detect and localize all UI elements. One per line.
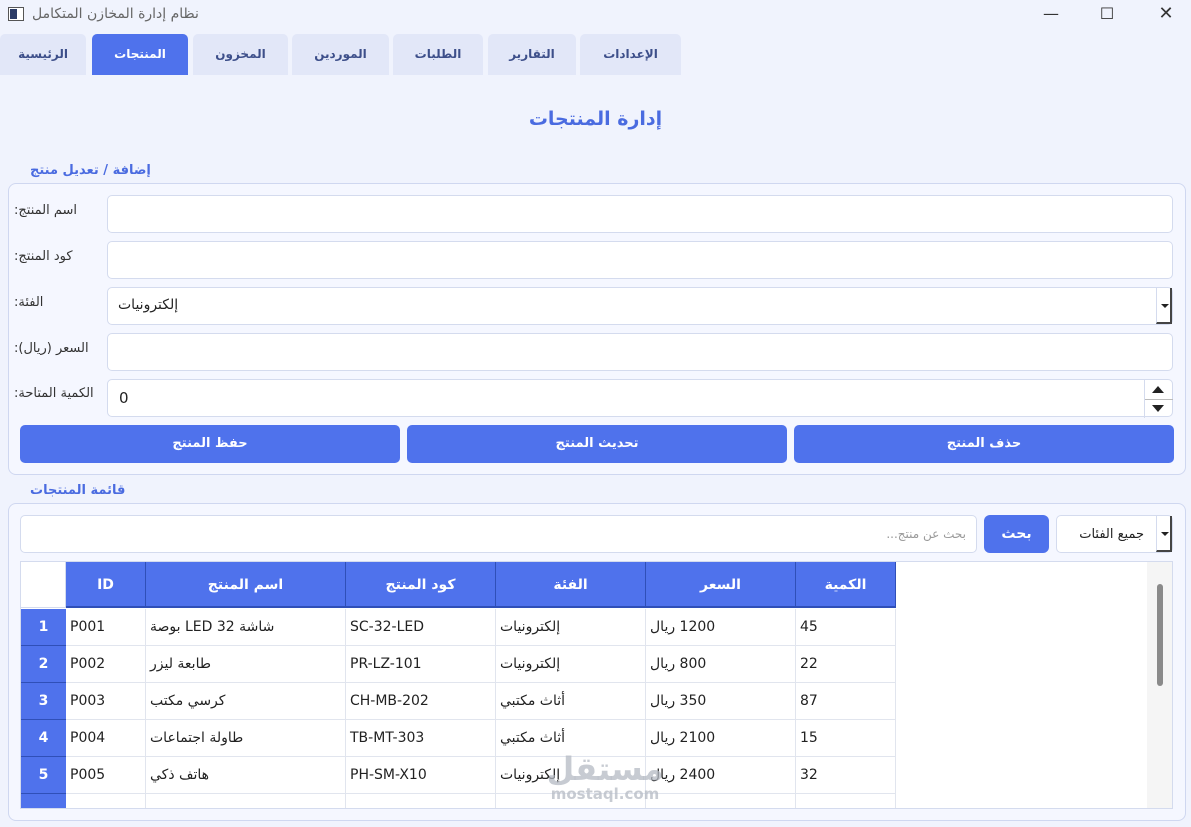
table-scrollbar[interactable] [1147,562,1172,808]
table-cell-quantity[interactable]: 15 [796,720,896,757]
table-cell-quantity[interactable]: 22 [796,646,896,683]
product-code-input[interactable] [107,241,1173,279]
column-header-code[interactable]: كود المنتج [346,562,496,608]
table-cell-category[interactable]: إلكترونيات [496,757,646,794]
table-cell-quantity[interactable]: 32 [796,757,896,794]
category-combo[interactable]: إلكترونيات [107,287,1173,325]
minimize-button[interactable]: — [1028,0,1074,30]
table-cell-id[interactable]: P001 [66,609,146,646]
table-cell-id[interactable]: P002 [66,646,146,683]
table-cell-category[interactable]: أثاث مكتبي [496,720,646,757]
tab-inventory[interactable]: المخزون [193,34,288,75]
table-cell-partial[interactable] [646,794,796,808]
product-name-input[interactable] [107,195,1173,233]
quantity-value: 0 [119,389,129,407]
tab-suppliers[interactable]: الموردين [292,34,389,75]
table-cell-price[interactable]: 1200 ريال [646,609,796,646]
row-header[interactable]: 1 [21,609,66,646]
row-header[interactable]: 5 [21,757,66,794]
close-button[interactable]: ✕ [1143,0,1189,30]
list-group-title: قائمة المنتجات [30,483,126,498]
chevron-down-icon[interactable] [1156,516,1172,552]
table-corner[interactable] [21,562,66,608]
tab-products[interactable]: المنتجات [92,34,188,75]
price-label: السعر (ريال): [14,341,89,356]
search-placeholder: بحث عن منتج... [886,527,966,541]
table-cell-name[interactable]: طاولة اجتماعات [146,720,346,757]
arrow-up-icon[interactable] [1145,380,1173,399]
table-cell-code[interactable]: SC-32-LED [346,609,496,646]
table-cell-category[interactable]: إلكترونيات [496,646,646,683]
table-cell-code[interactable]: PR-LZ-101 [346,646,496,683]
app-icon [8,7,24,21]
products-table: ID اسم المنتج كود المنتج الفئة السعر الك… [20,561,1173,809]
form-group-title: إضافة / تعديل منتج [30,163,151,178]
table-cell-price[interactable]: 2400 ريال [646,757,796,794]
table-cell-partial[interactable] [66,794,146,808]
column-header-id[interactable]: ID [66,562,146,608]
table-cell-code[interactable]: TB-MT-303 [346,720,496,757]
quantity-label: الكمية المتاحة: [14,386,94,401]
search-input[interactable]: بحث عن منتج... [20,515,977,553]
category-filter-combo[interactable]: جميع الفئات [1056,515,1173,553]
table-cell-name[interactable]: هاتف ذكي [146,757,346,794]
stepper-buttons [1144,380,1173,418]
table-cell-partial[interactable] [796,794,896,808]
window-title: نظام إدارة المخازن المتكامل [32,6,199,22]
tab-orders[interactable]: الطلبات [393,34,483,75]
tab-home[interactable]: الرئيسية [0,34,86,75]
column-header-quantity[interactable]: الكمية [796,562,896,608]
table-cell-price[interactable]: 350 ريال [646,683,796,720]
product-name-label: اسم المنتج: [14,203,77,218]
column-header-category[interactable]: الفئة [496,562,646,608]
title-bar: نظام إدارة المخازن المتكامل — ☐ ✕ [0,0,1191,30]
column-header-price[interactable]: السعر [646,562,796,608]
row-header-partial[interactable] [21,794,66,808]
table-cell-price[interactable]: 2100 ريال [646,720,796,757]
table-cell-name[interactable]: كرسي مكتب [146,683,346,720]
table-cell-quantity[interactable]: 45 [796,609,896,646]
tab-settings[interactable]: الإعدادات [580,34,681,75]
table-cell-partial[interactable] [346,794,496,808]
arrow-down-icon[interactable] [1145,399,1173,418]
row-header[interactable]: 4 [21,720,66,757]
table-cell-category[interactable]: أثاث مكتبي [496,683,646,720]
table-cell-code[interactable]: PH-SM-X10 [346,757,496,794]
table-cell-id[interactable]: P004 [66,720,146,757]
row-header[interactable]: 2 [21,646,66,683]
chevron-down-icon[interactable] [1156,288,1172,324]
row-header[interactable]: 3 [21,683,66,720]
table-cell-id[interactable]: P003 [66,683,146,720]
update-product-button[interactable]: تحديث المنتج [407,425,787,463]
scroll-thumb[interactable] [1157,584,1163,686]
quantity-stepper[interactable]: 0 [107,379,1173,418]
filter-selected: جميع الفئات [1079,527,1144,542]
table-cell-code[interactable]: CH-MB-202 [346,683,496,720]
product-code-label: كود المنتج: [14,249,73,264]
category-selected: إلكترونيات [118,297,179,313]
table-cell-partial[interactable] [496,794,646,808]
delete-product-button[interactable]: حذف المنتج [794,425,1174,463]
table-cell-price[interactable]: 800 ريال [646,646,796,683]
price-input[interactable] [107,333,1173,371]
maximize-button[interactable]: ☐ [1084,0,1130,30]
table-cell-name[interactable]: طابعة ليزر [146,646,346,683]
save-product-button[interactable]: حفظ المنتج [20,425,400,463]
search-button[interactable]: بحث [984,515,1049,553]
table-cell-category[interactable]: إلكترونيات [496,609,646,646]
table-cell-quantity[interactable]: 87 [796,683,896,720]
category-label: الفئة: [14,295,44,310]
page-title: إدارة المنتجات [528,108,663,130]
table-cell-id[interactable]: P005 [66,757,146,794]
table-cell-name[interactable]: شاشة LED 32 بوصة [146,609,346,646]
tab-reports[interactable]: التقارير [488,34,576,75]
table-cell-partial[interactable] [146,794,346,808]
column-header-name[interactable]: اسم المنتج [146,562,346,608]
